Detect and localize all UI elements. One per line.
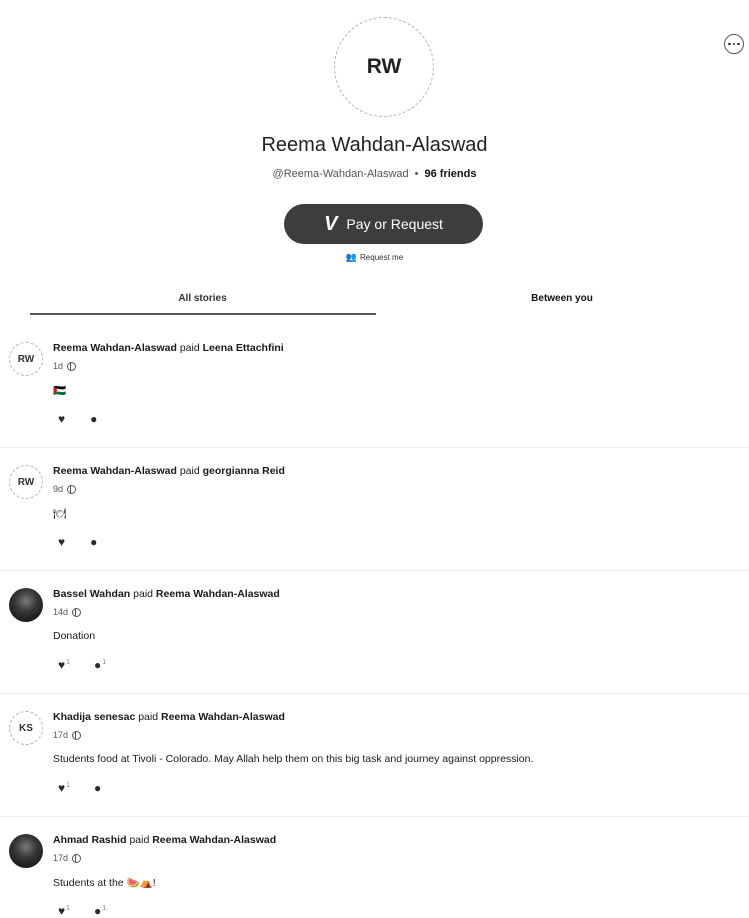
story-item[interactable]: KS Khadija senesac paid Reema Wahdan-Alas… [0,694,749,817]
like-button[interactable]: ♥ [58,412,66,426]
story-avatar[interactable]: RW [9,342,43,376]
globe-icon [72,853,82,863]
story-title: Ahmad Rashid paid Reema Wahdan-Alaswad [53,834,276,846]
pay-or-request-button[interactable]: V Pay or Request [284,204,483,244]
story-avatar[interactable] [9,834,43,868]
story-time: 17d [53,853,82,863]
story-item[interactable]: RW Reema Wahdan-Alaswad paid Leena Ettach… [0,325,749,448]
more-options-button[interactable] [724,34,744,54]
story-time: 1d [53,361,77,371]
globe-icon [72,730,82,740]
globe-icon [67,361,77,371]
like-button[interactable]: ♥ 1 [58,904,70,918]
request-me-link[interactable]: 👥 Request me [0,252,749,263]
story-actor[interactable]: Bassel Wahdan [53,588,130,600]
story-item[interactable]: Bassel Wahdan paid Reema Wahdan-Alaswad 1… [0,571,749,694]
venmo-logo-icon: V [324,212,338,235]
comment-button[interactable]: ● [90,412,98,426]
story-time: 9d [53,484,77,494]
heart-icon: ♥ [58,658,66,672]
story-time-label: 17d [53,853,69,863]
story-target[interactable]: Reema Wahdan-Alaswad [156,588,280,600]
story-actions: ♥ ● [58,535,98,549]
meta-separator: • [414,168,419,180]
story-verb: paid [138,711,159,723]
story-verb: paid [129,834,150,846]
tab-all-stories[interactable]: All stories [30,293,375,304]
like-count: 1 [66,659,71,666]
profile-username: @Reema-Wahdan-Alaswad [272,168,409,180]
story-note: Donation [53,630,96,642]
story-avatar[interactable]: KS [9,711,43,745]
more-options-icon-dot [737,42,740,46]
story-verb: paid [179,465,200,477]
person-icon: 👥 [345,252,358,262]
story-note: Students at the 🍉⛺! [53,877,156,889]
story-actions: ♥ ● [58,412,98,426]
story-time-label: 14d [53,607,69,617]
story-feed: RW Reema Wahdan-Alaswad paid Leena Ettach… [0,325,749,918]
profile-meta: @Reema-Wahdan-Alaswad • 96 friends [0,168,749,180]
globe-icon [72,607,82,617]
story-actor[interactable]: Khadija senesac [53,711,135,723]
story-target[interactable]: Reema Wahdan-Alaswad [161,711,285,723]
comment-button[interactable]: ● [90,535,98,549]
story-actions: ♥ 1 ● 1 [58,658,106,672]
story-time: 14d [53,607,82,617]
friends-count[interactable]: 96 friends [424,168,476,180]
globe-icon [67,484,77,494]
request-me-label: Request me [360,253,404,262]
comment-icon: ● [90,535,98,549]
story-title: Khadija senesac paid Reema Wahdan-Alaswa… [53,711,285,723]
comment-button[interactable]: ● 1 [94,658,106,672]
more-options-icon [728,42,731,46]
comment-icon: ● [90,412,98,426]
profile-avatar: RW [334,17,434,117]
like-count: 1 [66,782,71,789]
story-note: Students food at Tivoli - Colorado. May … [53,753,534,765]
story-verb: paid [179,342,200,354]
story-actor[interactable]: Reema Wahdan-Alaswad [53,342,177,354]
comment-icon: ● [94,781,102,795]
story-actor[interactable]: Reema Wahdan-Alaswad [53,465,177,477]
story-time-label: 9d [53,484,64,494]
story-target[interactable]: Reema Wahdan-Alaswad [152,834,276,846]
like-button[interactable]: ♥ 1 [58,658,70,672]
comment-icon: ● [94,658,102,672]
story-note: 🍽 [53,508,67,520]
story-time-label: 17d [53,730,69,740]
story-avatar[interactable] [9,588,43,622]
story-title: Bassel Wahdan paid Reema Wahdan-Alaswad [53,588,280,600]
story-target[interactable]: georgianna Reid [203,465,285,477]
story-time: 17d [53,730,82,740]
active-tab-underline [30,313,376,315]
story-time-label: 1d [53,361,64,371]
story-avatar[interactable]: RW [9,465,43,499]
story-actor[interactable]: Ahmad Rashid [53,834,127,846]
story-verb: paid [133,588,153,600]
story-title: Reema Wahdan-Alaswad paid Leena Ettachfi… [53,342,284,354]
story-item[interactable]: Ahmad Rashid paid Reema Wahdan-Alaswad 17… [0,817,749,918]
heart-icon: ♥ [58,412,66,426]
like-button[interactable]: ♥ 1 [58,781,70,795]
heart-icon: ♥ [58,904,66,918]
comment-icon: ● [94,904,102,918]
pay-button-label: Pay or Request [346,216,443,232]
story-note: 🇵🇸 [53,385,67,397]
more-options-icon-dot [732,42,736,46]
story-actions: ♥ 1 ● 1 [58,904,106,918]
comment-count: 1 [102,659,107,666]
profile-name: Reema Wahdan-Alaswad [261,134,488,156]
story-item[interactable]: RW Reema Wahdan-Alaswad paid georgianna R… [0,448,749,571]
comment-button[interactable]: ● [94,781,102,795]
heart-icon: ♥ [58,535,66,549]
tab-between-you[interactable]: Between you [375,293,749,304]
like-button[interactable]: ♥ [58,535,66,549]
story-actions: ♥ 1 ● [58,781,102,795]
story-target[interactable]: Leena Ettachfini [203,342,284,354]
comment-button[interactable]: ● 1 [94,904,106,918]
story-title: Reema Wahdan-Alaswad paid georgianna Rei… [53,465,285,477]
heart-icon: ♥ [58,781,66,795]
